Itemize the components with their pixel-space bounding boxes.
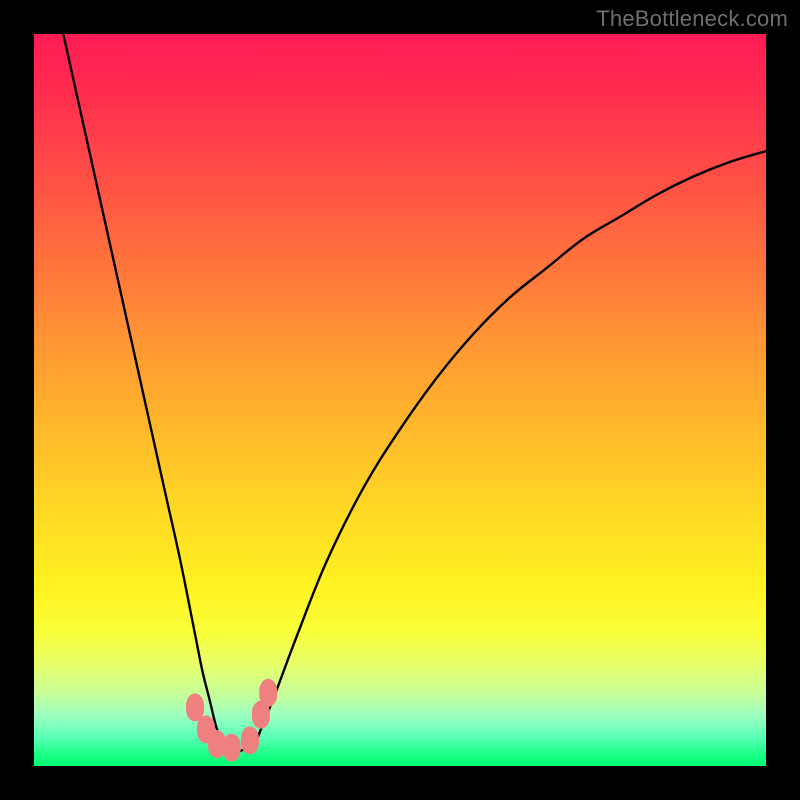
bottleneck-curve (63, 34, 766, 752)
curve-svg (34, 34, 766, 766)
curve-marker (223, 734, 241, 762)
curve-marker (259, 679, 277, 707)
watermark-text: TheBottleneck.com (596, 6, 788, 32)
curve-marker (241, 726, 259, 754)
curve-markers (186, 679, 277, 762)
chart-frame: TheBottleneck.com (0, 0, 800, 800)
plot-area (34, 34, 766, 766)
